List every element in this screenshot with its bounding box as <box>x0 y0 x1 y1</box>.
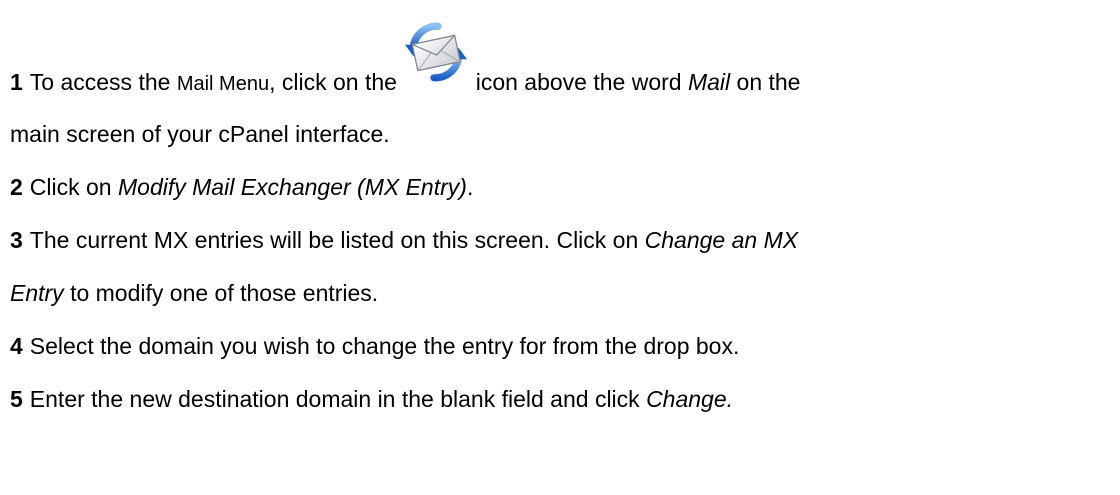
step-1-line-1: 1To access the Mail Menu, click on the <box>10 22 801 98</box>
step-number: 2 <box>10 174 23 200</box>
step-number: 4 <box>10 333 23 359</box>
step-text: . <box>466 174 474 200</box>
ui-term: Mail <box>687 69 731 95</box>
step-number: 1 <box>10 69 23 95</box>
ui-term: Change an MX <box>644 227 799 253</box>
step-5: 5 Enter the new destination domain in the… <box>10 386 733 413</box>
step-3-line-2: Entry to modify one of those entries. <box>10 280 378 307</box>
step-2: 2 Click on Modify Mail Exchanger (MX Entr… <box>10 174 473 201</box>
step-text: to modify one of those entries. <box>63 280 379 306</box>
ui-term: Entry <box>10 280 64 306</box>
mail-icon <box>404 22 468 90</box>
step-text: Click on <box>29 174 118 200</box>
step-text: main screen of your cPanel interface. <box>10 121 390 147</box>
ui-term: Change. <box>646 386 734 412</box>
step-text: Enter the new destination domain in the … <box>29 386 647 412</box>
step-text: Select the domain you wish to change the… <box>29 333 740 359</box>
step-3-line-1: 3 The current MX entries will be listed o… <box>10 227 798 254</box>
step-number: 5 <box>10 386 23 412</box>
step-1-line-2: main screen of your cPanel interface. <box>10 121 390 148</box>
step-text: The current MX entries will be listed on… <box>29 227 645 253</box>
step-number: 3 <box>10 227 23 253</box>
menu-name: Mail Menu <box>176 73 270 95</box>
step-text: icon above the word <box>469 69 688 95</box>
step-text: To access the <box>29 69 177 95</box>
ui-term: Modify Mail Exchanger (MX Entry) <box>118 174 467 200</box>
step-4: 4 Select the domain you wish to change th… <box>10 333 739 360</box>
step-text: on the <box>730 69 801 95</box>
step-text: , click on the <box>269 69 404 95</box>
